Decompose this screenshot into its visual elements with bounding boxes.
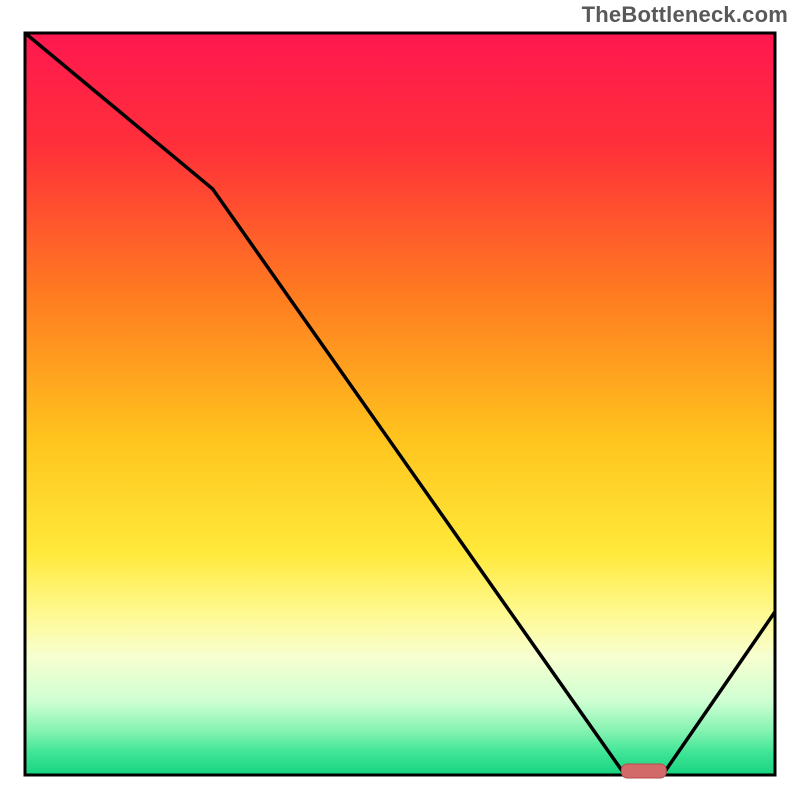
- plot-background: [25, 33, 775, 775]
- optimum-marker: [621, 764, 666, 778]
- chart-root: TheBottleneck.com: [0, 0, 800, 800]
- attribution-label: TheBottleneck.com: [582, 2, 788, 28]
- chart-svg: [0, 0, 800, 800]
